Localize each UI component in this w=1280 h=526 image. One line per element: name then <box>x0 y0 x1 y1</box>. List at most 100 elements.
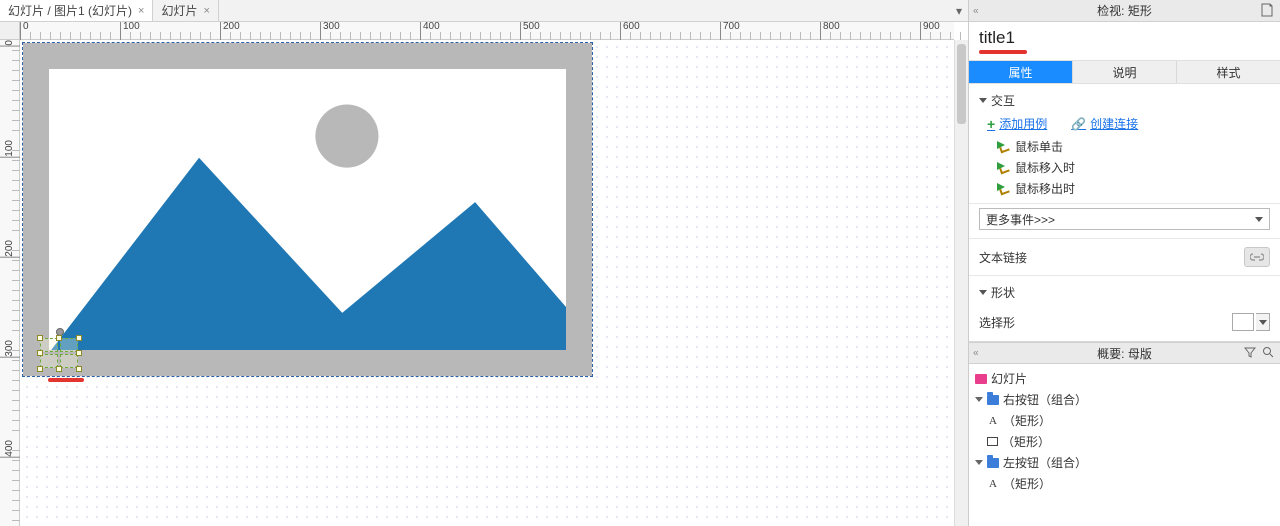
outline-node-rect[interactable]: A （矩形） <box>969 410 1280 431</box>
outline-header: « 概要: 母版 <box>969 342 1280 364</box>
event-list: 鼠标单击 鼠标移入时 鼠标移出时 <box>979 138 1270 197</box>
folder-icon <box>987 458 999 468</box>
node-label: 左按钮（组合） <box>1003 454 1087 471</box>
resize-handle[interactable] <box>37 366 43 372</box>
inspector-header: « 检视: 矩形 <box>969 0 1280 22</box>
more-events-label: 更多事件>>> <box>986 211 1055 228</box>
node-label: （矩形） <box>1003 475 1051 492</box>
folder-icon <box>987 395 999 405</box>
event-icon <box>997 141 1009 153</box>
outline-node-rect[interactable]: （矩形） <box>969 431 1280 452</box>
filter-icon[interactable] <box>1244 346 1256 361</box>
section-interactions: 交互 + 添加用例 🔗 创建连接 鼠标单击 <box>969 84 1280 204</box>
chevron-down-icon <box>979 98 987 103</box>
tab-notes[interactable]: 说明 <box>1073 61 1177 83</box>
node-label: （矩形） <box>1002 433 1050 450</box>
outline-node-rect[interactable]: A （矩形） <box>969 473 1280 494</box>
collapse-icon[interactable]: « <box>973 348 979 359</box>
text-shape-icon: A <box>987 478 999 490</box>
event-label: 鼠标移入时 <box>1015 159 1075 176</box>
chevron-down-icon[interactable] <box>975 397 983 402</box>
section-toggle[interactable]: 形状 <box>979 282 1270 307</box>
create-link-link[interactable]: 🔗 创建连接 <box>1071 115 1138 132</box>
search-icon[interactable] <box>1262 346 1274 361</box>
shape-select-row: 选择形 <box>969 307 1280 341</box>
text-link-button[interactable] <box>1244 247 1270 267</box>
plus-icon: + <box>987 116 995 132</box>
resize-handle[interactable] <box>76 335 82 341</box>
text-link-label: 文本链接 <box>979 249 1027 266</box>
outline-title: 概要: 母版 <box>1097 345 1152 362</box>
ruler-horizontal: 0100200300400500600700800900 <box>20 22 954 40</box>
section-title: 交互 <box>991 92 1015 109</box>
chevron-down-icon <box>1255 217 1263 222</box>
node-label: 右按钮（组合） <box>1003 391 1087 408</box>
inspector-title: 检视: 矩形 <box>1097 2 1152 19</box>
more-events-row: 更多事件>>> <box>969 204 1280 239</box>
resize-handle[interactable] <box>56 335 62 341</box>
slide-selection-outline <box>22 42 593 377</box>
chevron-down-icon[interactable] <box>975 460 983 465</box>
resize-handle[interactable] <box>56 366 62 372</box>
document-tabbar: 幻灯片 / 图片1 (幻灯片) × 幻灯片 × ▾ <box>0 0 968 22</box>
outline-tree[interactable]: 幻灯片 右按钮（组合） A （矩形） （矩形） <box>969 364 1280 526</box>
shape-swatch <box>1232 313 1254 331</box>
ruler-vertical: 0100200300400 <box>0 40 20 526</box>
event-mouseleave[interactable]: 鼠标移出时 <box>997 180 1270 197</box>
chevron-down-icon <box>1256 313 1270 331</box>
rect-shape-icon <box>987 437 998 446</box>
annotation-underline <box>48 378 84 382</box>
chevron-down-icon <box>979 290 987 295</box>
event-icon <box>997 162 1009 174</box>
section-shape: 形状 <box>969 276 1280 307</box>
tab-label: 幻灯片 / 图片1 (幻灯片) <box>8 2 132 19</box>
inspector-body: title1 属性 说明 样式 交互 + 添加用例 🔗 <box>969 22 1280 342</box>
close-icon[interactable]: × <box>203 5 209 17</box>
event-onclick[interactable]: 鼠标单击 <box>997 138 1270 155</box>
notes-icon[interactable] <box>1260 3 1274 20</box>
canvas-area: 幻灯片 / 图片1 (幻灯片) × 幻灯片 × ▾ 01002003004005… <box>0 0 968 526</box>
resize-handle[interactable] <box>76 366 82 372</box>
tab-active[interactable]: 幻灯片 / 图片1 (幻灯片) × <box>0 0 153 21</box>
inspector-tabs: 属性 说明 样式 <box>969 60 1280 84</box>
resize-handle[interactable] <box>37 335 43 341</box>
shape-select-label: 选择形 <box>979 314 1015 331</box>
add-case-link[interactable]: + 添加用例 <box>987 115 1047 132</box>
outline-node-page[interactable]: 幻灯片 <box>969 368 1280 389</box>
ruler-corner <box>0 22 20 40</box>
close-icon[interactable]: × <box>138 5 144 17</box>
tab-label: 幻灯片 <box>161 2 197 19</box>
section-toggle[interactable]: 交互 <box>979 90 1270 115</box>
tab-inactive[interactable]: 幻灯片 × <box>153 0 218 21</box>
resize-handle[interactable] <box>37 350 43 356</box>
outline-panel: « 概要: 母版 幻灯片 右按钮（组合） A <box>969 342 1280 526</box>
selected-shape-group[interactable] <box>40 338 80 370</box>
right-panel: « 检视: 矩形 title1 属性 说明 样式 交互 + <box>968 0 1280 526</box>
workspace[interactable]: 0100200300400500600700800900 01002003004… <box>0 22 968 526</box>
widget-name-input[interactable]: title1 <box>969 22 1280 50</box>
resize-handle[interactable] <box>76 350 82 356</box>
annotation-underline <box>979 50 1027 54</box>
link-icon: 🔗 <box>1071 117 1086 131</box>
shape-select-dropdown[interactable] <box>1232 313 1270 331</box>
link-icon <box>1250 252 1264 262</box>
page-icon <box>975 374 987 384</box>
text-link-row: 文本链接 <box>969 239 1280 276</box>
tab-overflow[interactable]: ▾ <box>950 0 968 21</box>
section-title: 形状 <box>991 284 1015 301</box>
collapse-icon[interactable]: « <box>973 5 979 16</box>
tab-properties[interactable]: 属性 <box>969 61 1073 83</box>
outline-node-group-left[interactable]: 左按钮（组合） <box>969 452 1280 473</box>
vertical-scrollbar[interactable] <box>954 40 968 526</box>
event-label: 鼠标移出时 <box>1015 180 1075 197</box>
add-case-label: 添加用例 <box>999 115 1047 132</box>
tab-style[interactable]: 样式 <box>1177 61 1280 83</box>
event-mouseenter[interactable]: 鼠标移入时 <box>997 159 1270 176</box>
scrollbar-thumb[interactable] <box>957 44 966 124</box>
node-label: （矩形） <box>1003 412 1051 429</box>
canvas[interactable] <box>20 40 954 526</box>
outline-node-group-right[interactable]: 右按钮（组合） <box>969 389 1280 410</box>
more-events-dropdown[interactable]: 更多事件>>> <box>979 208 1270 230</box>
text-shape-icon: A <box>987 415 999 427</box>
event-label: 鼠标单击 <box>1015 138 1063 155</box>
